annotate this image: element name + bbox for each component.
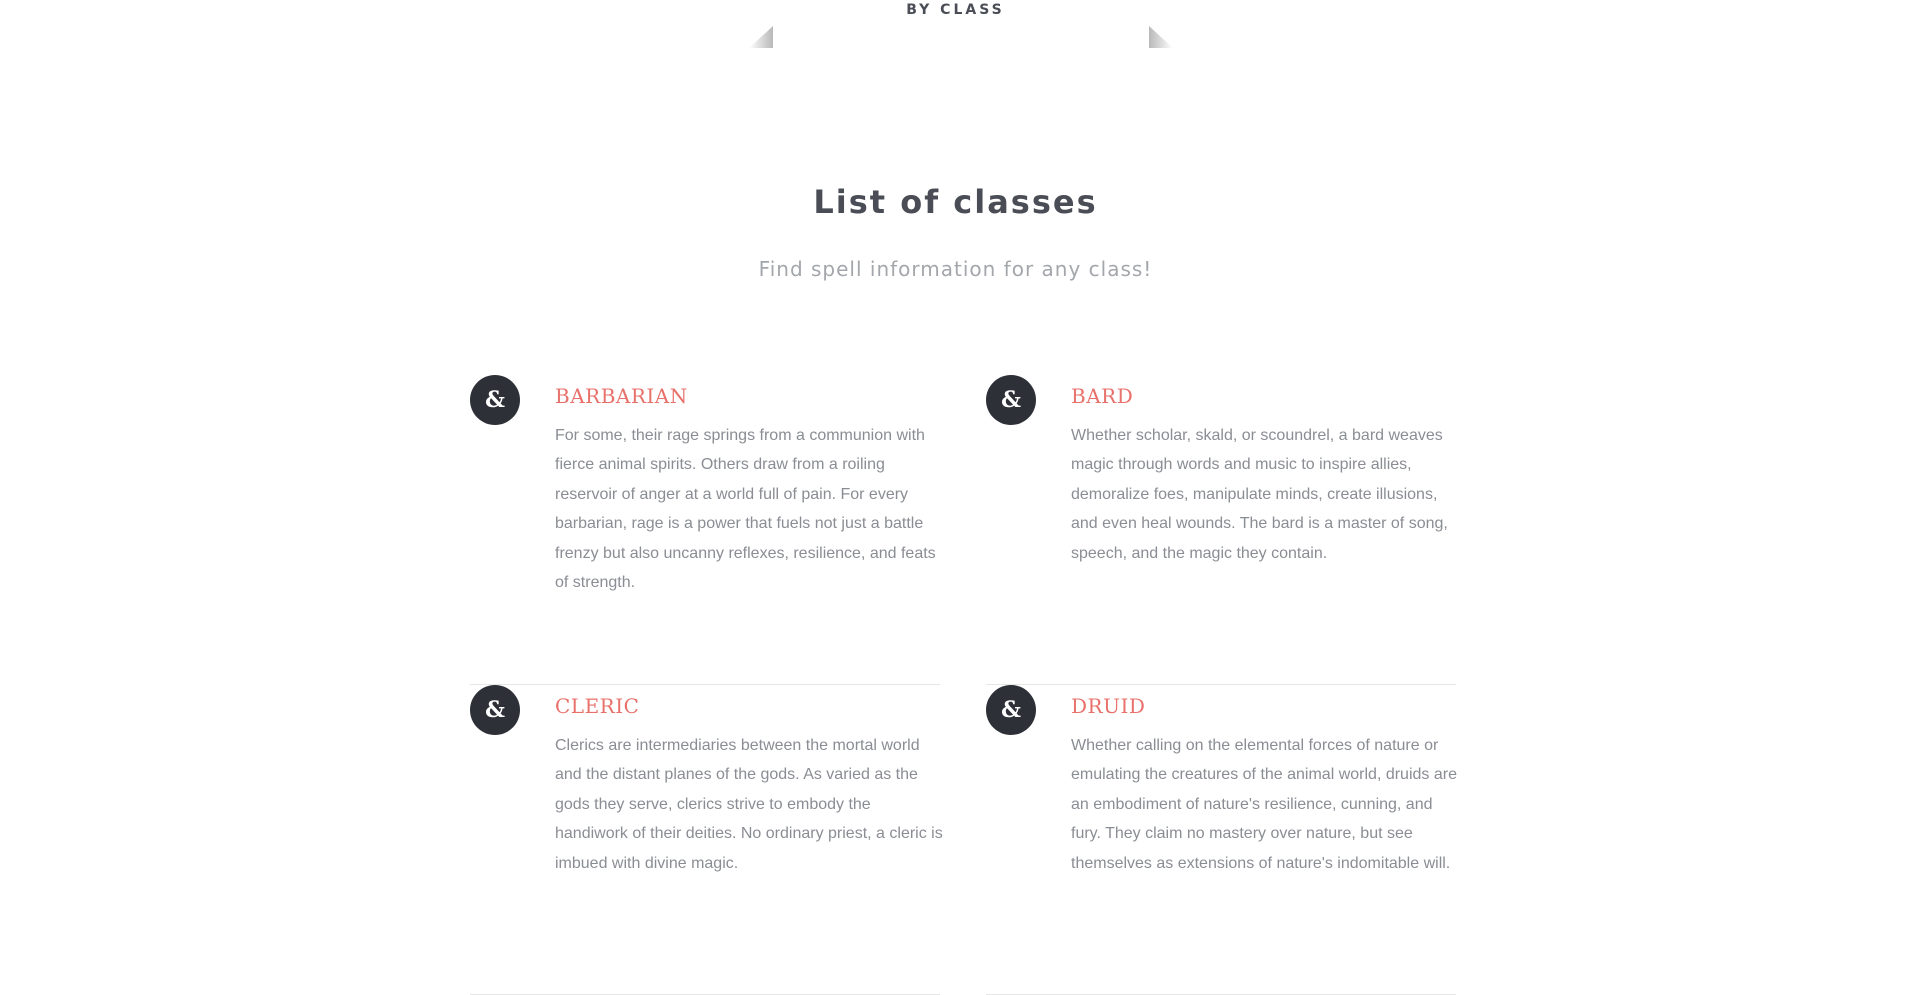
class-name-link[interactable]: BARD	[1071, 383, 1133, 409]
class-description: Whether calling on the elemental forces …	[1071, 737, 1457, 872]
ampersand-icon: &	[470, 375, 520, 425]
class-name-link[interactable]: DRUID	[1071, 693, 1145, 719]
class-description: For some, their rage springs from a comm…	[555, 427, 936, 592]
ampersand-icon: &	[470, 685, 520, 735]
class-name-link[interactable]: BARBARIAN	[555, 383, 688, 409]
class-description: Whether scholar, skald, or scoundrel, a …	[1071, 427, 1448, 562]
class-card-cleric: & CLERIC Clerics are intermediaries betw…	[470, 685, 943, 995]
tab-shadow-right	[1149, 26, 1173, 48]
ampersand-icon: &	[986, 375, 1036, 425]
class-card-barbarian: & BARBARIAN For some, their rage springs…	[470, 375, 940, 685]
by-class-tab: BY CLASS	[0, 0, 1911, 60]
class-card-druid: & DRUID Whether calling on the elemental…	[986, 685, 1457, 995]
page-subtitle: Find spell information for any class!	[758, 257, 1153, 281]
tab-label: BY CLASS	[906, 2, 1005, 18]
class-name-link[interactable]: CLERIC	[555, 693, 639, 719]
ampersand-icon: &	[986, 685, 1036, 735]
tab-shadow-left	[749, 26, 773, 48]
class-card-bard: & BARD Whether scholar, skald, or scound…	[986, 375, 1456, 685]
class-list: & BARBARIAN For some, their rage springs…	[470, 375, 1457, 995]
page-title: List of classes	[813, 183, 1098, 221]
class-description: Clerics are intermediaries between the m…	[555, 737, 943, 872]
